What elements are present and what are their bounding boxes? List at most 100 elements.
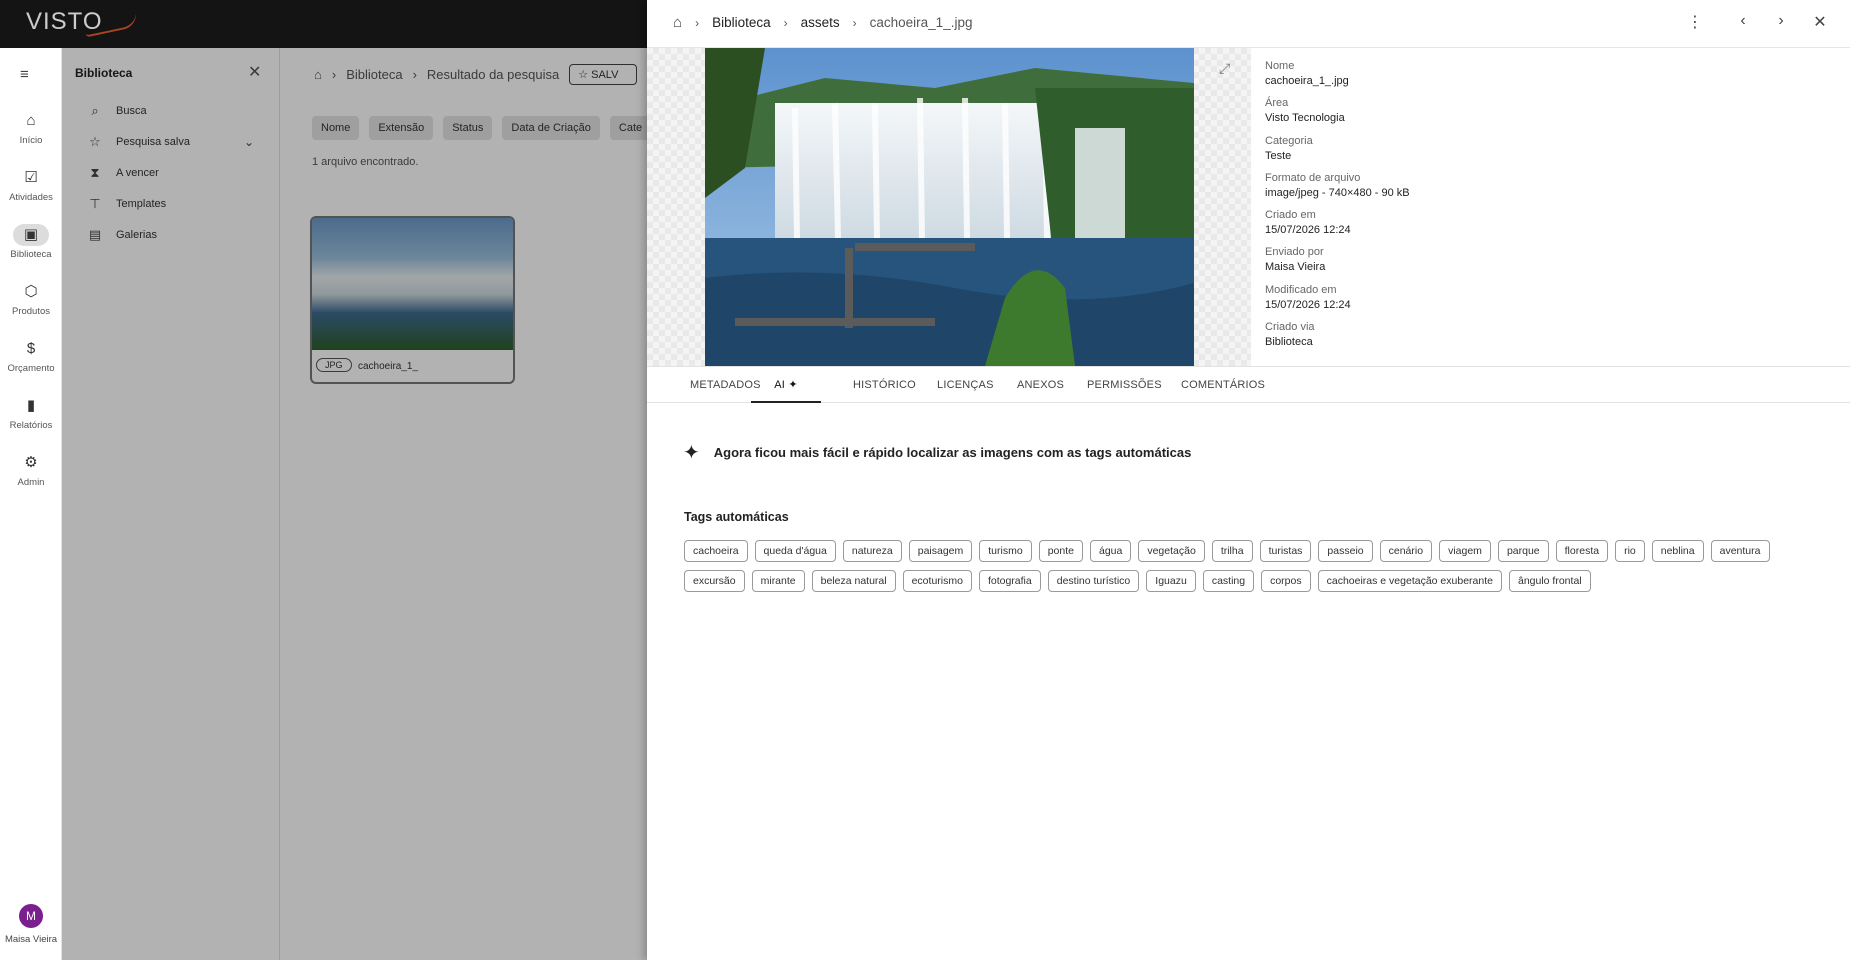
tag-chip[interactable]: corpos — [1261, 570, 1311, 592]
ai-headline: Agora ficou mais fácil e rápido localiza… — [713, 445, 1192, 460]
metadata-panel: Nome cachoeira_1_.jpg Área Visto Tecnologia… — [1265, 60, 1825, 358]
tag-chip[interactable]: Iguazu — [1146, 570, 1196, 592]
tag-chip[interactable]: natureza — [842, 540, 902, 562]
tag-chip[interactable]: trilha — [1211, 540, 1253, 562]
tab-label: AI — [774, 379, 789, 391]
tab-ai[interactable]: AI ✦ — [751, 367, 821, 403]
tag-chip[interactable]: turismo — [979, 540, 1032, 562]
menu-collapse-icon[interactable]: ≡ — [20, 66, 38, 83]
metadata-modificado-em: Modificado em 15/07/2026 12:24 — [1265, 284, 1825, 321]
ai-sparkle-icon: ✦ — [683, 442, 700, 464]
tag-chip[interactable]: parque — [1497, 540, 1549, 562]
rail-item-label: Biblioteca — [10, 249, 52, 260]
tag-chip[interactable]: aventura — [1710, 540, 1770, 562]
rail-item-admin[interactable]: ⚙ Admin — [0, 452, 62, 504]
drawer-breadcrumb: ⌂ › Biblioteca › assets › cachoeira_1_.j… — [673, 14, 973, 31]
metadata-value: Visto Tecnologia — [1265, 112, 1345, 125]
tab-licencas[interactable]: LICENÇAS — [937, 367, 994, 403]
modal-scrim[interactable] — [62, 48, 650, 960]
tag-chip[interactable]: mirante — [751, 570, 805, 592]
metadata-key: Categoria — [1265, 134, 1313, 147]
tab-comentarios[interactable]: COMENTÁRIOS — [1181, 367, 1265, 403]
tag-chip[interactable]: destino turístico — [1047, 570, 1140, 592]
tab-historico[interactable]: HISTÓRICO — [853, 367, 916, 403]
fullscreen-icon[interactable]: ⤢ — [1219, 60, 1230, 77]
home-icon[interactable]: ⌂ — [673, 14, 682, 31]
tab-permissoes[interactable]: PERMISSÕES — [1087, 367, 1162, 403]
home-icon: ⌂ — [26, 112, 36, 129]
metadata-value: image/jpeg - 740×480 - 90 kB — [1265, 186, 1410, 199]
image-preview: ⤢ — [647, 48, 1251, 366]
user-name: Maisa Vieira — [4, 934, 58, 945]
rail-item-produtos[interactable]: ⬡ Produtos — [0, 281, 62, 333]
breadcrumb-current: cachoeira_1_.jpg — [869, 15, 973, 30]
metadata-formato-de-arquivo: Formato de arquivo image/jpeg - 740×480 -… — [1265, 172, 1825, 209]
tag-chip[interactable]: casting — [1202, 570, 1255, 592]
tag-chip[interactable]: floresta — [1555, 540, 1609, 562]
rail-item-label: Admin — [17, 477, 45, 488]
metadata-criado-em: Criado em 15/07/2026 12:24 — [1265, 209, 1825, 246]
user-profile[interactable]: M Maisa Vieira — [0, 904, 62, 945]
metadata-enviado-por: Enviado por Maisa Vieira — [1265, 246, 1825, 283]
tag-chip[interactable]: água — [1089, 540, 1132, 562]
rail-item-label: Início — [19, 135, 43, 146]
tag-chip[interactable]: paisagem — [908, 540, 973, 562]
metadata-value: 15/07/2026 12:24 — [1265, 224, 1351, 237]
breadcrumb-library[interactable]: Biblioteca — [712, 15, 771, 30]
tags-title: Tags automáticas — [684, 510, 789, 524]
rail-item-label: Relatórios — [9, 420, 53, 431]
modal-scrim-top — [0, 0, 650, 48]
tag-chip[interactable]: queda d'água — [754, 540, 836, 562]
metadata-nome: Nome cachoeira_1_.jpg — [1265, 60, 1825, 97]
box-icon: ⬡ — [24, 283, 38, 300]
tag-chip[interactable]: rio — [1615, 540, 1645, 562]
rail-item-orcamento[interactable]: $ Orçamento — [0, 338, 62, 390]
more-options-icon[interactable]: ⋮ — [1685, 12, 1705, 32]
avatar: M — [19, 904, 43, 928]
breadcrumb-assets[interactable]: assets — [801, 15, 840, 30]
previous-asset-icon[interactable]: ‹ — [1733, 12, 1753, 30]
metadata-key: Criado via — [1265, 321, 1315, 334]
tag-chip[interactable]: ponte — [1038, 540, 1083, 562]
tag-chip[interactable]: ecoturismo — [902, 570, 972, 592]
drawer-header: ⌂ › Biblioteca › assets › cachoeira_1_.j… — [647, 0, 1850, 48]
tag-chip[interactable]: viagem — [1439, 540, 1491, 562]
metadata-value: Teste — [1265, 149, 1292, 162]
tag-chip[interactable]: cenário — [1379, 540, 1433, 562]
next-asset-icon[interactable]: › — [1771, 12, 1791, 30]
metadata-value: cachoeira_1_.jpg — [1265, 75, 1349, 87]
gear-icon: ⚙ — [24, 454, 38, 471]
rail-item-label: Produtos — [11, 306, 51, 317]
checkbox-icon: ☑ — [24, 169, 38, 186]
auto-tags-list: cachoeira queda d'água natureza paisagem tur… — [684, 540, 1824, 592]
close-icon[interactable]: ✕ — [1810, 12, 1830, 32]
dollar-icon: $ — [26, 340, 36, 357]
tag-chip[interactable]: ângulo frontal — [1508, 570, 1591, 592]
metadata-value: 15/07/2026 12:24 — [1265, 298, 1351, 311]
metadata-area: Área Visto Tecnologia — [1265, 97, 1825, 134]
tag-chip[interactable]: excursão — [684, 570, 745, 592]
metadata-key: Modificado em — [1265, 283, 1337, 296]
ai-banner: ✦ Agora ficou mais fácil e rápido locali… — [683, 440, 1191, 465]
ai-sparkle-icon: ✦ — [788, 379, 798, 391]
tag-chip[interactable]: passeio — [1318, 540, 1373, 562]
tag-chip[interactable]: neblina — [1651, 540, 1704, 562]
tag-chip[interactable]: cachoeira — [684, 540, 748, 562]
metadata-key: Nome — [1265, 60, 1295, 72]
rail-item-biblioteca[interactable]: ▣ Biblioteca — [0, 224, 62, 276]
tag-chip[interactable]: turistas — [1259, 540, 1312, 562]
rail-item-inicio[interactable]: ⌂ Início — [0, 110, 62, 162]
tab-anexos[interactable]: ANEXOS — [1017, 367, 1064, 403]
tag-chip[interactable]: cachoeiras e vegetação exuberante — [1317, 570, 1502, 592]
rail-item-atividades[interactable]: ☑ Atividades — [0, 167, 62, 219]
tag-chip[interactable]: beleza natural — [811, 570, 896, 592]
metadata-categoria: Categoria Teste — [1265, 135, 1825, 172]
bar-chart-icon: ▮ — [26, 397, 36, 414]
rail-item-relatorios[interactable]: ▮ Relatórios — [0, 395, 62, 447]
metadata-criado-via: Criado via Biblioteca — [1265, 321, 1825, 358]
drawer-tabs: METADADOS AI ✦ HISTÓRICO LICENÇAS ANEXOS PERM… — [647, 366, 1850, 403]
preview-image[interactable] — [705, 48, 1194, 366]
tag-chip[interactable]: vegetação — [1138, 540, 1205, 562]
tag-chip[interactable]: fotografia — [978, 570, 1041, 592]
nav-rail: ≡ ⌂ Início ☑ Atividades ▣ Biblioteca ⬡ Produtos… — [0, 48, 62, 960]
